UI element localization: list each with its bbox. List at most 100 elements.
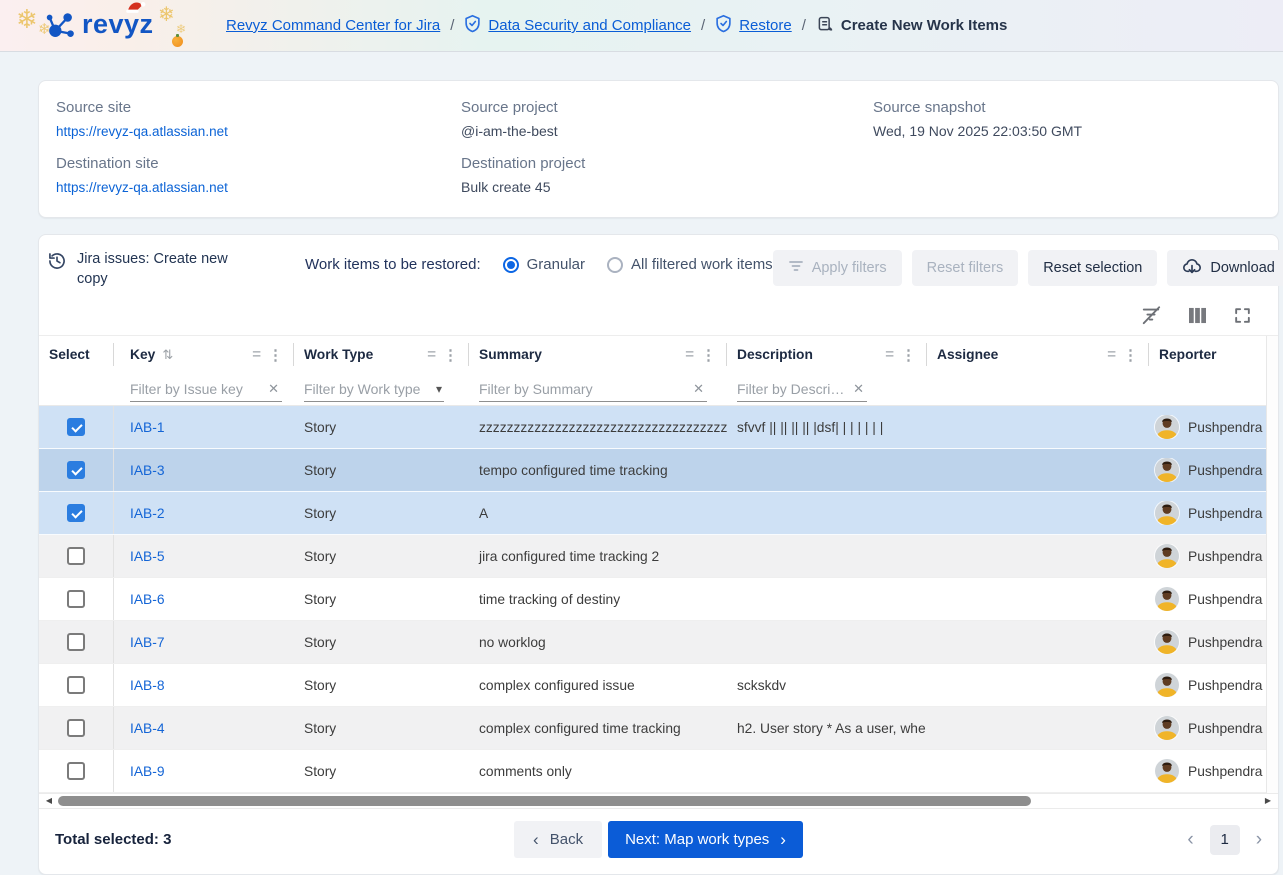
summary-cell: zzzzzzzzzzzzzzzzzzzzzzzzzzzzzzzzzzzzzzzz [469,420,727,435]
summary-cell: tempo configured time tracking [469,463,727,478]
column-header-work-type[interactable]: Work Type = ⋮ [294,336,469,373]
horizontal-scrollbar-thumb[interactable] [58,796,1031,806]
summary-cell: time tracking of destiny [469,592,727,607]
issue-key-link[interactable]: IAB-4 [130,721,165,736]
breadcrumb-command-center-link[interactable]: Revyz Command Center for Jira [226,17,440,34]
description-filter-input[interactable] [737,381,850,397]
column-menu-icon[interactable]: ⋮ [701,346,717,364]
issue-key-link[interactable]: IAB-6 [130,592,165,607]
column-menu-icon[interactable]: ⋮ [1123,346,1139,364]
filter-off-icon[interactable] [1140,305,1162,325]
scroll-left-arrow-icon[interactable]: ◀ [44,797,54,805]
reporter-cell: Pushpendra Sha [1149,458,1266,482]
next-page-icon[interactable]: › [1256,830,1262,849]
table-header: Select Key ⇅ = ⋮ Work Type = [39,336,1266,406]
columns-icon[interactable] [1188,307,1207,324]
column-resize-icon[interactable]: = [1107,346,1116,363]
reset-selection-button[interactable]: Reset selection [1028,250,1157,286]
summary-filter-input[interactable] [479,381,690,397]
breadcrumb-restore-link[interactable]: Restore [739,17,792,34]
reporter-cell: Pushpendra Sha [1149,630,1266,654]
source-snapshot-block: Source snapshot Wed, 19 Nov 2025 22:03:5… [873,99,1261,141]
scroll-right-arrow-icon[interactable]: ▶ [1263,797,1273,805]
reporter-cell: Pushpendra Sha [1149,587,1266,611]
row-checkbox[interactable] [67,547,85,565]
breadcrumb-separator: / [802,17,806,34]
radio-all-filtered[interactable]: All filtered work items [607,256,773,273]
row-checkbox[interactable] [67,719,85,737]
reporter-name: Pushpendra Sha [1188,635,1266,650]
column-resize-icon[interactable]: = [885,346,894,363]
summary-cell: A [469,506,727,521]
column-header-description[interactable]: Description = ⋮ [727,336,927,373]
reporter-avatar [1155,587,1179,611]
column-menu-icon[interactable]: ⋮ [268,346,284,364]
clear-description-filter-icon[interactable]: ✕ [850,381,867,397]
fullscreen-icon[interactable] [1233,306,1252,325]
sort-icon[interactable]: ⇅ [162,347,173,363]
issue-key-link[interactable]: IAB-2 [130,506,165,521]
column-header-assignee[interactable]: Assignee = ⋮ [927,336,1149,373]
back-button[interactable]: ‹ Back [514,821,602,858]
destination-site-link[interactable]: https://revyz-qa.atlassian.net [56,180,228,195]
history-restore-icon [47,250,67,289]
issue-key-link[interactable]: IAB-1 [130,420,165,435]
clear-key-filter-icon[interactable]: ✕ [265,381,282,397]
key-filter-input[interactable] [130,381,265,397]
source-project-value: @i-am-the-best [461,123,873,139]
caret-down-icon: ▾ [434,382,444,396]
column-header-select: Select [39,336,114,373]
horizontal-scrollbar[interactable]: ◀ ▶ [39,793,1278,809]
destination-project-label: Destination project [461,155,873,172]
revyz-logo[interactable]: ❄ ❄ ❄ ❄ revyz [16,0,194,52]
destination-site-block: Destination site https://revyz-qa.atlass… [56,155,461,197]
breadcrumb-data-security-link[interactable]: Data Security and Compliance [488,17,691,34]
table-viewport: Select Key ⇅ = ⋮ Work Type = [39,336,1266,793]
work-type-cell: Story [294,506,469,521]
radio-all-filtered-control[interactable] [607,257,623,273]
restore-mode-label: Jira issues: Create new copy [77,250,235,289]
source-site-label: Source site [56,99,461,116]
column-header-key[interactable]: Key ⇅ = ⋮ [114,336,294,373]
row-checkbox[interactable] [67,633,85,651]
radio-granular[interactable]: Granular [503,256,585,273]
work-type-filter-select[interactable]: Filter by Work type ▾ [304,377,444,402]
row-checkbox[interactable] [67,461,85,479]
reporter-name: Pushpendra Sha [1188,549,1266,564]
column-resize-icon[interactable]: = [252,346,261,363]
download-button[interactable]: Download [1167,250,1283,286]
column-resize-icon[interactable]: = [685,346,694,363]
row-checkbox[interactable] [67,590,85,608]
previous-page-icon[interactable]: ‹ [1187,830,1193,849]
column-header-reporter[interactable]: Reporter [1149,336,1266,373]
reset-filters-button[interactable]: Reset filters [912,250,1019,286]
table-row: IAB-9 Story comments only Pushpendra Sha [39,750,1266,793]
issue-key-link[interactable]: IAB-9 [130,764,165,779]
column-menu-icon[interactable]: ⋮ [443,346,459,364]
issue-key-link[interactable]: IAB-3 [130,463,165,478]
column-resize-icon[interactable]: = [427,346,436,363]
apply-filters-button[interactable]: Apply filters [773,250,902,286]
work-items-panel: Jira issues: Create new copy Work items … [38,234,1279,875]
horizontal-scrollbar-track[interactable] [58,796,1259,806]
next-map-work-types-button[interactable]: Next: Map work types › [608,821,803,858]
row-checkbox[interactable] [67,676,85,694]
column-header-summary[interactable]: Summary = ⋮ [469,336,727,373]
clear-summary-filter-icon[interactable]: ✕ [690,381,707,397]
vertical-scrollbar-track[interactable] [1266,336,1278,793]
source-site-link[interactable]: https://revyz-qa.atlassian.net [56,124,228,139]
breadcrumb-separator: / [701,17,705,34]
column-menu-icon[interactable]: ⋮ [901,346,917,364]
reporter-name: Pushpendra Sha [1188,678,1266,693]
main-content: Source site https://revyz-qa.atlassian.n… [0,52,1283,875]
issue-key-link[interactable]: IAB-8 [130,678,165,693]
row-checkbox[interactable] [67,504,85,522]
page-number[interactable]: 1 [1210,825,1240,855]
issue-key-link[interactable]: IAB-7 [130,635,165,650]
row-checkbox[interactable] [67,418,85,436]
row-checkbox[interactable] [67,762,85,780]
shield-check-icon [464,14,481,37]
radio-granular-control[interactable] [503,257,519,273]
issue-key-link[interactable]: IAB-5 [130,549,165,564]
summary-cell: complex configured time tracking [469,721,727,736]
